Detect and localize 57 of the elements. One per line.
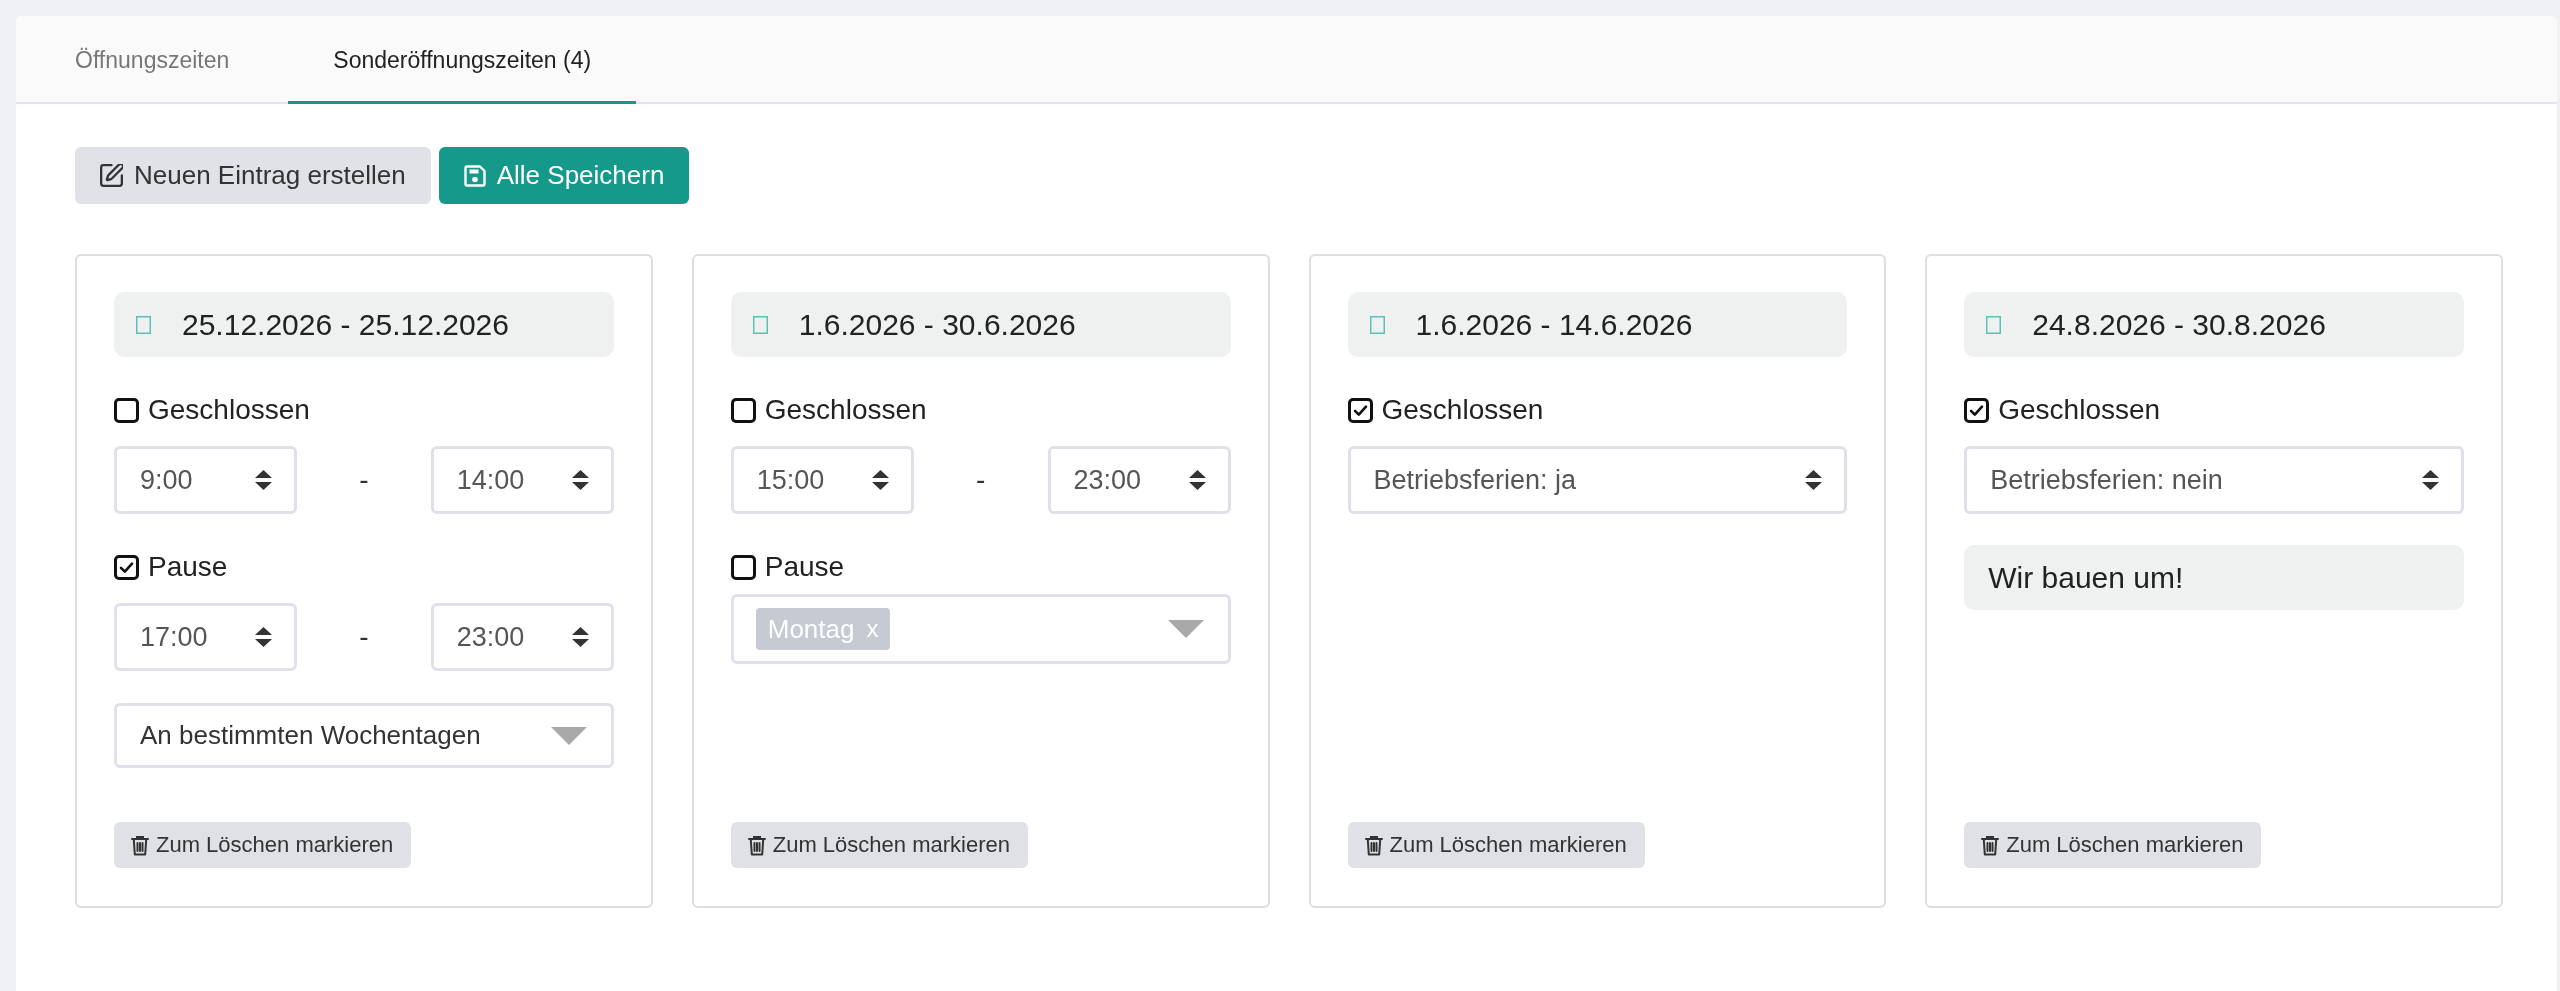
up-down-caret-icon [571,627,589,647]
up-down-caret-icon [1188,470,1206,490]
checkbox[interactable] [1347,397,1373,423]
vacation-select[interactable]: Betriebsferien: ja [1347,446,1848,514]
dropdown-triangle-icon [1167,620,1204,638]
time-select[interactable]: 23:00 [430,603,614,671]
checkbox-label: Geschlossen [764,395,927,425]
message-field[interactable]: Wir bauen um! [1964,545,2464,610]
checkbox-label: Geschlossen [148,395,310,425]
tab[interactable]: Sonderöffnungszeiten (4) [288,16,637,104]
time-separator: - [359,464,369,496]
up-down-caret-icon [1805,470,1823,490]
date-range-field[interactable]: 25.12.2026 - 25.12.2026 [114,292,614,357]
mark-delete-button[interactable]: Zum Löschen markieren [730,822,1028,868]
rectangle-outline-icon [1986,315,2002,334]
time-select[interactable]: 17:00 [114,603,297,671]
time-select[interactable]: 14:00 [430,446,614,514]
trash-icon [747,834,766,856]
weekday-dropdown[interactable]: An bestimmten Wochentagen [114,703,614,768]
trash-icon [1981,834,2000,856]
tab[interactable]: Öffnungszeiten [30,16,275,104]
checkbox-label: Geschlossen [1381,395,1544,425]
date-range-field[interactable]: 24.8.2026 - 30.8.2026 [1964,292,2464,357]
trash-icon [131,834,149,856]
edit-icon [100,164,123,187]
time-select[interactable]: 23:00 [1047,446,1231,514]
time-select[interactable]: 9:00 [114,446,297,514]
mark-delete-button[interactable]: Zum Löschen markieren [1964,822,2262,868]
up-down-caret-icon [255,470,272,490]
rectangle-outline-icon [1369,315,1385,334]
date-range-field[interactable]: 1.6.2026 - 30.6.2026 [730,292,1231,357]
checkbox-label: Pause [764,552,845,582]
trash-icon [1364,834,1383,856]
checkbox[interactable] [1964,397,1990,423]
checkbox[interactable] [730,554,756,580]
checkbox[interactable] [114,397,139,423]
time-separator: - [359,621,369,653]
checkbox-label: Pause [148,552,228,582]
dropdown-triangle-icon [550,726,587,745]
time-separator: - [975,464,986,496]
vacation-select[interactable]: Betriebsferien: nein [1964,446,2464,514]
rectangle-outline-icon [752,315,768,334]
up-down-caret-icon [255,627,272,647]
date-range-field[interactable]: 1.6.2026 - 14.6.2026 [1347,292,1848,357]
checkbox[interactable] [730,397,756,423]
checkbox-label: Geschlossen [1998,395,2161,425]
time-select[interactable]: 15:00 [730,446,914,514]
mark-delete-button[interactable]: Zum Löschen markieren [114,822,412,868]
mark-delete-button[interactable]: Zum Löschen markieren [1347,822,1645,868]
tag-label: Montag [767,613,855,645]
new-entry-button[interactable]: Neuen Eintrag erstellen [75,147,431,204]
rectangle-outline-icon [136,315,151,334]
up-down-caret-icon [871,470,889,490]
up-down-caret-icon [571,470,589,490]
save-all-button[interactable]: Alle Speichern [438,147,690,204]
up-down-caret-icon [2422,470,2439,490]
checkbox[interactable] [114,554,139,580]
